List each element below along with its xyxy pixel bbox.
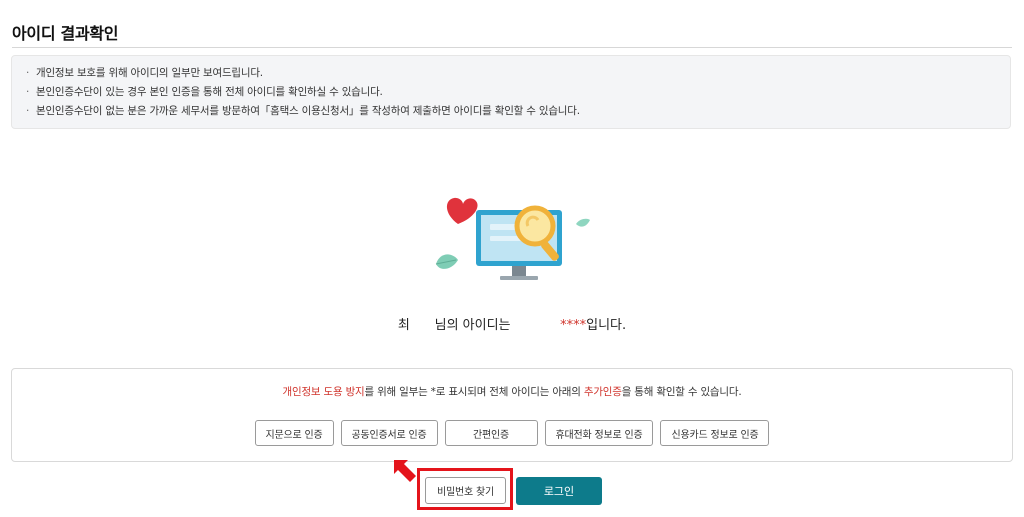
auth-desc-highlight: 개인정보 도용 방지 bbox=[282, 386, 365, 398]
title-divider bbox=[12, 47, 1012, 48]
notice-list: 개인정보 보호를 위해 아이디의 일부만 보여드립니다. 본인인증수단이 있는 … bbox=[26, 64, 996, 121]
auth-desc-text: 를 위해 일부는 *로 표시되며 전체 아이디는 아래의 bbox=[364, 386, 584, 398]
notice-item: 본인인증수단이 없는 분은 가까운 세무서를 방문하여「홈택스 이용신청서」를 … bbox=[26, 102, 996, 121]
result-ending: 입니다. bbox=[586, 318, 627, 333]
notice-item: 본인인증수단이 있는 경우 본인 인증을 통해 전체 아이디를 확인하실 수 있… bbox=[26, 83, 996, 102]
masked-id: **** bbox=[560, 318, 587, 333]
result-suffix: 님의 아이디는 bbox=[434, 318, 511, 333]
heart-icon bbox=[446, 197, 478, 224]
notice-box: 개인정보 보호를 위해 아이디의 일부만 보여드립니다. 본인인증수단이 있는 … bbox=[11, 55, 1011, 129]
login-button[interactable]: 로그인 bbox=[516, 477, 602, 505]
auth-desc-text: 을 통해 확인할 수 있습니다. bbox=[621, 386, 742, 398]
auth-description: 개인정보 도용 방지를 위해 일부는 *로 표시되며 전체 아이디는 아래의 추… bbox=[12, 384, 1012, 399]
monitor-magnifier-illustration bbox=[435, 197, 590, 280]
user-name: 최 bbox=[397, 318, 410, 333]
find-password-button[interactable]: 비밀번호 찾기 bbox=[425, 477, 506, 504]
result-message: 최 님의 아이디는 ****입니다. bbox=[0, 314, 1024, 333]
fingerprint-auth-button[interactable]: 지문으로 인증 bbox=[254, 420, 334, 446]
page-title: 아이디 결과확인 bbox=[12, 24, 119, 43]
auth-desc-highlight: 추가인증 bbox=[583, 386, 622, 398]
phone-auth-button[interactable]: 휴대전화 정보로 인증 bbox=[544, 420, 654, 446]
arrow-pointer-icon bbox=[394, 460, 416, 482]
additional-auth-box: 개인정보 도용 방지를 위해 일부는 *로 표시되며 전체 아이디는 아래의 추… bbox=[11, 368, 1013, 462]
notice-item: 개인정보 보호를 위해 아이디의 일부만 보여드립니다. bbox=[26, 64, 996, 83]
certificate-auth-button[interactable]: 공동인증서로 인증 bbox=[340, 420, 438, 446]
auth-button-group: 지문으로 인증 공동인증서로 인증 간편인증 휴대전화 정보로 인증 신용카드 … bbox=[12, 420, 1012, 446]
card-auth-button[interactable]: 신용카드 정보로 인증 bbox=[660, 420, 770, 446]
simple-auth-button[interactable]: 간편인증 bbox=[444, 420, 538, 446]
